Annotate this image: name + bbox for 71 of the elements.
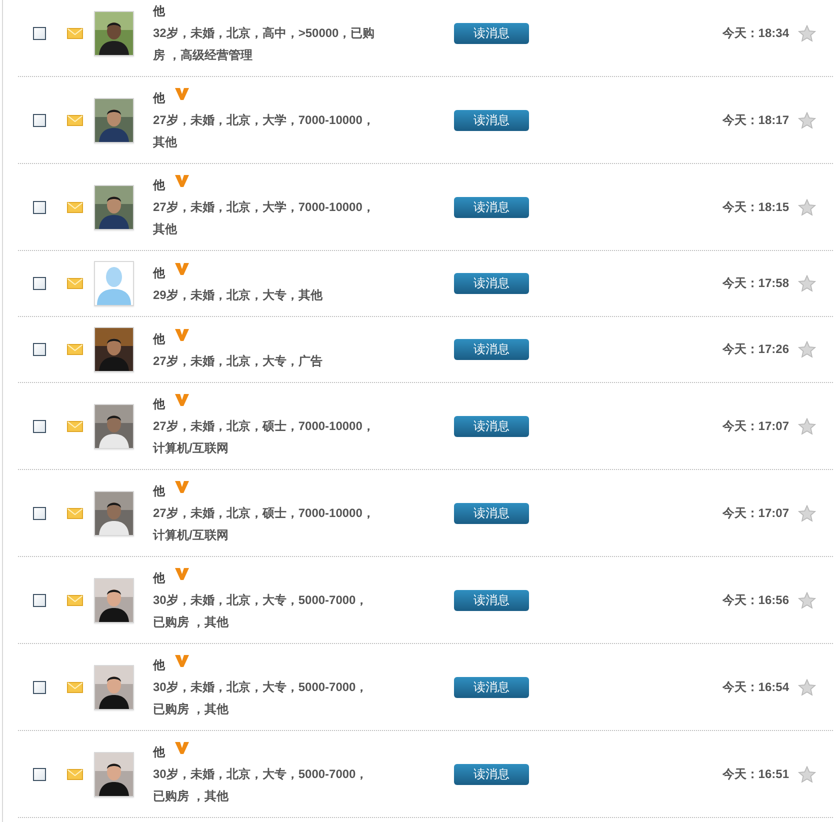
message-time: 今天：17:58 (722, 275, 789, 292)
envelope-icon (67, 278, 83, 289)
star-icon[interactable] (798, 112, 816, 128)
user-name: 他 (153, 483, 165, 500)
checkbox[interactable] (33, 26, 46, 40)
star-icon[interactable] (798, 418, 816, 434)
profile-summary: 30岁，未婚，北京，大专，5000-7000，已购房 ，其他 (153, 592, 369, 631)
envelope-icon (67, 594, 83, 606)
checkbox[interactable] (33, 277, 46, 290)
envelope-icon (67, 420, 83, 432)
message-time: 今天：17:07 (722, 418, 789, 434)
profile-summary: 27岁，未婚，北京，大专，广告 (153, 352, 324, 370)
envelope-icon (67, 202, 83, 212)
read-message-button[interactable]: 读消息 (454, 110, 529, 130)
profile-summary: 30岁，未婚，北京，大专，5000-7000，已购房 ，其他 (153, 679, 369, 718)
star-icon[interactable] (798, 275, 816, 292)
read-message-button[interactable]: 读消息 (454, 196, 529, 218)
checkbox[interactable] (33, 420, 46, 432)
envelope-icon (67, 114, 83, 126)
profile-summary: 27岁，未婚，北京，硕士，7000-10000，计算机/互联网 (153, 505, 375, 544)
checkbox[interactable] (33, 768, 46, 780)
read-message-button[interactable]: 读消息 (454, 502, 529, 524)
star-icon[interactable] (798, 592, 816, 608)
read-message-button[interactable]: 读消息 (454, 676, 529, 698)
read-message-button[interactable]: 读消息 (454, 416, 529, 436)
user-name: 他 (153, 264, 165, 282)
default-avatar-icon (95, 262, 133, 305)
checkbox[interactable] (33, 200, 46, 214)
user-name: 他 (153, 330, 165, 348)
message-time: 今天：17:26 (722, 341, 789, 358)
message-time: 今天：18:34 (722, 24, 789, 42)
star-icon[interactable] (798, 504, 816, 522)
message-time: 今天：16:54 (722, 678, 789, 696)
user-name: 他 (153, 657, 165, 674)
envelope-icon (67, 508, 83, 518)
read-message-button[interactable]: 读消息 (454, 22, 529, 44)
read-message-button[interactable]: 读消息 (454, 273, 529, 294)
user-name: 他 (153, 396, 165, 413)
star-icon[interactable] (798, 766, 816, 782)
star-icon[interactable] (798, 198, 816, 216)
envelope-icon (67, 682, 83, 692)
checkbox[interactable] (33, 343, 46, 356)
message-time: 今天：18:15 (722, 198, 789, 216)
read-message-button[interactable]: 读消息 (454, 590, 529, 610)
profile-summary: 32岁，未婚，北京，高中，>50000，已购房 ，高级经营管理 (153, 25, 375, 64)
checkbox[interactable] (33, 506, 46, 520)
user-name: 他 (153, 3, 165, 20)
user-name: 他 (153, 177, 165, 194)
checkbox[interactable] (33, 114, 46, 126)
star-icon[interactable] (798, 24, 816, 42)
read-message-button[interactable]: 读消息 (454, 764, 529, 784)
envelope-icon (67, 28, 83, 38)
read-message-button[interactable]: 读消息 (454, 339, 529, 360)
profile-summary: 29岁，未婚，北京，大专，其他 (153, 286, 324, 304)
checkbox[interactable] (33, 680, 46, 694)
star-icon[interactable] (798, 341, 816, 358)
message-time: 今天：16:56 (722, 592, 789, 608)
message-time: 今天：16:51 (722, 766, 789, 782)
star-icon[interactable] (798, 678, 816, 696)
profile-summary: 27岁，未婚，北京，硕士，7000-10000，计算机/互联网 (153, 418, 375, 457)
profile-summary: 30岁，未婚，北京，大专，5000-7000，已购房 ，其他 (153, 766, 369, 805)
profile-summary: 27岁，未婚，北京，大学，7000-10000，其他 (153, 112, 375, 151)
envelope-icon (67, 768, 83, 780)
user-name: 他 (153, 570, 165, 587)
message-time: 今天：17:07 (722, 504, 789, 522)
user-name: 他 (153, 744, 165, 761)
envelope-icon (67, 344, 83, 355)
checkbox[interactable] (33, 594, 46, 606)
user-name: 他 (153, 90, 165, 107)
profile-summary: 27岁，未婚，北京，大学，7000-10000，其他 (153, 199, 375, 238)
message-time: 今天：18:17 (722, 112, 789, 128)
